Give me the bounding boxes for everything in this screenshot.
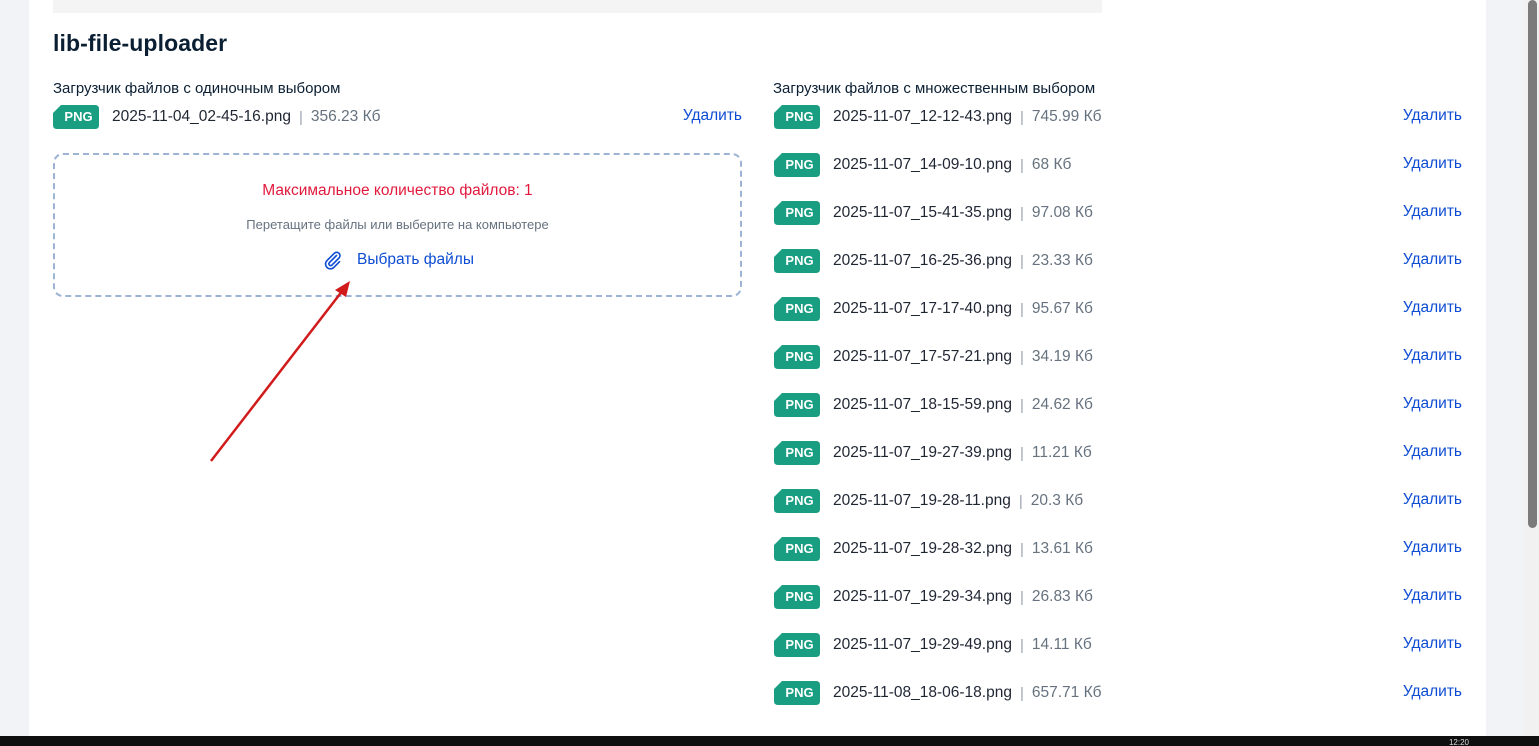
- png-badge: PNG: [774, 249, 820, 273]
- file-size: 97.08 Кб: [1031, 204, 1093, 221]
- file-size: 356.23 Кб: [310, 108, 381, 125]
- delete-button[interactable]: Удалить: [1403, 683, 1462, 701]
- file-size: 13.61 Кб: [1031, 540, 1093, 557]
- multi-file-row: PNG 2025-11-08_18-06-18.png | 657.71 Кб Удал…: [774, 680, 1462, 706]
- png-badge: PNG: [774, 681, 820, 705]
- dropzone-hint: Перетащите файлы или выберите на компьют…: [246, 217, 549, 232]
- delete-button[interactable]: Удалить: [1403, 107, 1462, 125]
- multi-file-row: PNG 2025-11-07_17-57-21.png | 34.19 Кб Удали…: [774, 344, 1462, 370]
- png-badge: PNG: [774, 585, 820, 609]
- single-uploader-title: Загрузчик файлов с одиночным выбором: [53, 80, 341, 97]
- png-badge: PNG: [774, 537, 820, 561]
- separator: |: [1019, 540, 1024, 558]
- pick-files-button[interactable]: Выбрать файлы: [323, 249, 474, 271]
- single-file-row: PNG 2025-11-04_02-45-16.png | 356.23 Кб …: [53, 104, 742, 130]
- multi-file-row: PNG 2025-11-07_19-28-11.png | 20.3 Кб Удалит…: [774, 488, 1462, 514]
- file-size: 657.71 Кб: [1031, 684, 1102, 701]
- file-size: 24.62 Кб: [1031, 396, 1093, 413]
- file-size: 26.83 Кб: [1031, 588, 1093, 605]
- delete-button[interactable]: Удалить: [683, 107, 742, 125]
- file-dropzone[interactable]: Максимальное количество файлов: 1 Перета…: [53, 153, 742, 297]
- png-badge: PNG: [774, 105, 820, 129]
- multi-file-row: PNG 2025-11-07_16-25-36.png | 23.33 Кб Удали…: [774, 248, 1462, 274]
- file-name: 2025-11-07_19-29-34.png: [833, 588, 1012, 605]
- separator: |: [1019, 684, 1024, 702]
- multi-file-row: PNG 2025-11-07_14-09-10.png | 68 Кб Удалить: [774, 152, 1462, 178]
- png-badge: PNG: [774, 489, 820, 513]
- file-name: 2025-11-07_12-12-43.png: [833, 108, 1012, 125]
- file-name: 2025-11-04_02-45-16.png: [112, 108, 291, 125]
- multi-file-row: PNG 2025-11-07_15-41-35.png | 97.08 Кб Удали…: [774, 200, 1462, 226]
- separator: |: [1019, 348, 1024, 366]
- separator: |: [1019, 108, 1024, 126]
- multi-file-row: PNG 2025-11-07_19-29-49.png | 14.11 Кб Удали…: [774, 632, 1462, 658]
- file-size: 34.19 Кб: [1031, 348, 1093, 365]
- delete-button[interactable]: Удалить: [1403, 299, 1462, 317]
- file-size: 745.99 Кб: [1031, 108, 1102, 125]
- file-name: 2025-11-07_19-28-11.png: [833, 492, 1011, 509]
- png-badge: PNG: [774, 345, 820, 369]
- file-name: 2025-11-07_18-15-59.png: [833, 396, 1012, 413]
- png-badge: PNG: [774, 297, 820, 321]
- delete-button[interactable]: Удалить: [1403, 635, 1462, 653]
- delete-button[interactable]: Удалить: [1403, 251, 1462, 269]
- separator: |: [298, 108, 303, 126]
- file-size: 23.33 Кб: [1031, 252, 1093, 269]
- separator: |: [1019, 396, 1024, 414]
- file-size: 68 Кб: [1031, 156, 1072, 173]
- file-name: 2025-11-07_14-09-10.png: [833, 156, 1012, 173]
- page-title: lib-file-uploader: [53, 30, 228, 56]
- multi-file-row: PNG 2025-11-07_17-17-40.png | 95.67 Кб Удали…: [774, 296, 1462, 322]
- taskbar-clock: 12:20: [1448, 738, 1469, 746]
- max-files-error: Максимальное количество файлов: 1: [262, 182, 533, 199]
- delete-button[interactable]: Удалить: [1403, 443, 1462, 461]
- file-name: 2025-11-07_19-29-49.png: [833, 636, 1012, 653]
- delete-button[interactable]: Удалить: [1403, 587, 1462, 605]
- file-name: 2025-11-07_15-41-35.png: [833, 204, 1012, 221]
- scrollbar-thumb[interactable]: [1528, 0, 1537, 528]
- delete-button[interactable]: Удалить: [1403, 395, 1462, 413]
- separator: |: [1019, 156, 1024, 174]
- multi-file-row: PNG 2025-11-07_18-15-59.png | 24.62 Кб Удали…: [774, 392, 1462, 418]
- pick-files-label: Выбрать файлы: [357, 251, 474, 268]
- delete-button[interactable]: Удалить: [1403, 155, 1462, 173]
- file-name: 2025-11-07_17-17-40.png: [833, 300, 1012, 317]
- png-badge: PNG: [774, 633, 820, 657]
- delete-button[interactable]: Удалить: [1403, 491, 1462, 509]
- separator: |: [1019, 300, 1024, 318]
- png-badge: PNG: [774, 393, 820, 417]
- file-name: 2025-11-07_16-25-36.png: [833, 252, 1012, 269]
- separator: |: [1019, 588, 1024, 606]
- png-badge: PNG: [774, 153, 820, 177]
- multi-file-row: PNG 2025-11-07_12-12-43.png | 745.99 Кб Удал…: [774, 104, 1462, 130]
- png-badge: PNG: [774, 201, 820, 225]
- file-name: 2025-11-07_17-57-21.png: [833, 348, 1012, 365]
- file-size: 14.11 Кб: [1031, 636, 1092, 653]
- taskbar: 12:20: [0, 736, 1539, 746]
- file-name: 2025-11-07_19-27-39.png: [833, 444, 1012, 461]
- multi-file-row: PNG 2025-11-07_19-27-39.png | 11.21 Кб Удали…: [774, 440, 1462, 466]
- multi-uploader-title: Загрузчик файлов с множественным выбором: [773, 80, 1096, 97]
- file-name: 2025-11-07_19-28-32.png: [833, 540, 1012, 557]
- separator: |: [1019, 252, 1024, 270]
- separator: |: [1019, 204, 1024, 222]
- separator: |: [1019, 636, 1024, 654]
- separator: |: [1019, 444, 1024, 462]
- file-name: 2025-11-08_18-06-18.png: [833, 684, 1012, 701]
- file-size: 95.67 Кб: [1031, 300, 1093, 317]
- paperclip-icon: [324, 251, 341, 270]
- top-strip: [53, 0, 1102, 13]
- separator: |: [1018, 492, 1023, 510]
- multi-file-row: PNG 2025-11-07_19-29-34.png | 26.83 Кб Удали…: [774, 584, 1462, 610]
- delete-button[interactable]: Удалить: [1403, 203, 1462, 221]
- png-badge: PNG: [774, 441, 820, 465]
- delete-button[interactable]: Удалить: [1403, 347, 1462, 365]
- delete-button[interactable]: Удалить: [1403, 539, 1462, 557]
- png-badge: PNG: [53, 105, 99, 129]
- file-size: 20.3 Кб: [1030, 492, 1084, 509]
- multi-file-row: PNG 2025-11-07_19-28-32.png | 13.61 Кб Удали…: [774, 536, 1462, 562]
- file-size: 11.21 Кб: [1031, 444, 1092, 461]
